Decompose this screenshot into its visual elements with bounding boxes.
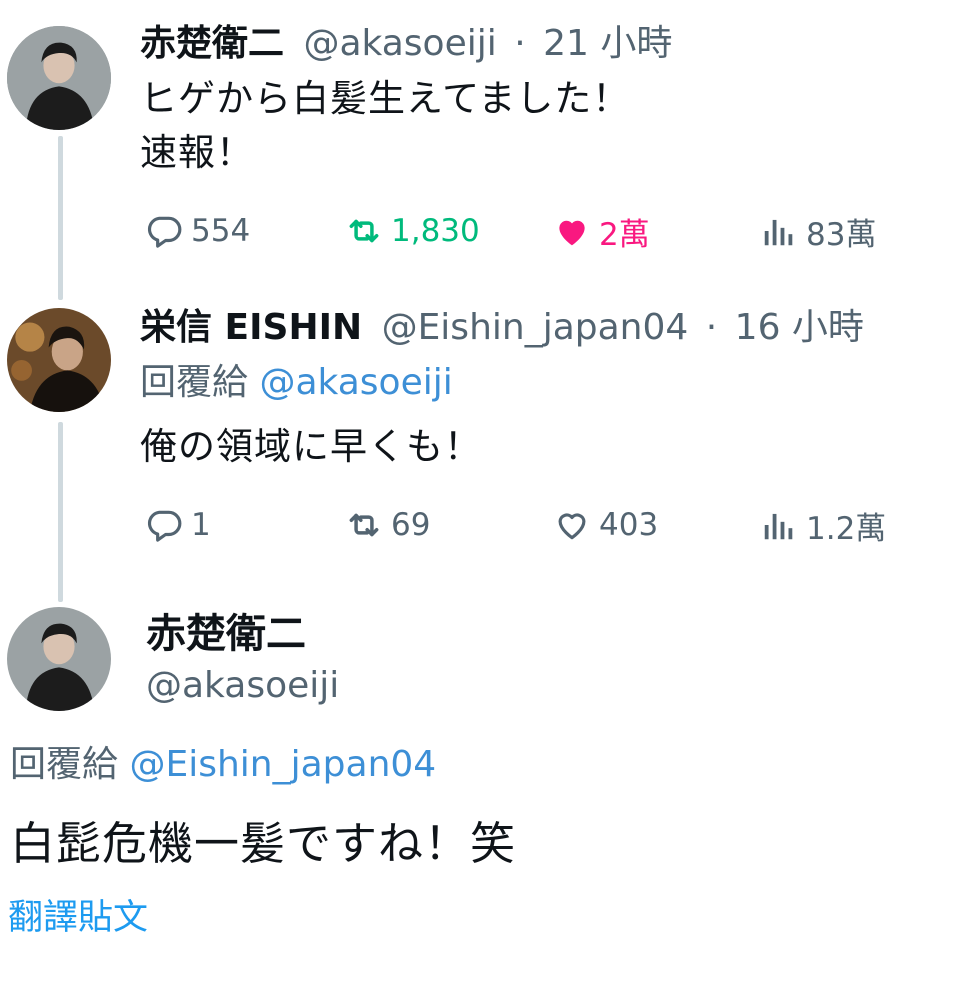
reply-count: 1	[191, 507, 211, 543]
user-handle[interactable]: @akasoeiji	[303, 23, 496, 64]
like-count: 403	[599, 507, 659, 543]
reply-icon	[145, 212, 183, 250]
separator: ·	[705, 307, 718, 348]
tweet-header: 栄信 EISHIN @Eishin_japan04 · 16 小時	[140, 306, 864, 350]
views-icon	[760, 212, 798, 250]
separator: ·	[514, 23, 526, 64]
views-icon	[760, 506, 798, 544]
retweet-icon	[345, 506, 383, 544]
views-count: 1.2萬	[806, 510, 887, 547]
tweet-text: 白髭危機一髪ですね！笑	[10, 817, 517, 870]
reply-count: 554	[191, 213, 251, 249]
reply-context: 回覆給 @akasoeiji	[140, 361, 453, 405]
mention-link[interactable]: @Eishin_japan04	[129, 744, 436, 785]
like-button[interactable]: 2萬	[553, 211, 650, 253]
like-icon	[553, 212, 591, 250]
like-button[interactable]: 403	[553, 505, 658, 545]
retweet-icon	[345, 212, 383, 250]
retweet-count: 1,830	[391, 213, 480, 249]
views-button[interactable]: 83萬	[760, 211, 877, 253]
display-name[interactable]: 赤楚衛二	[140, 23, 284, 64]
reply-button[interactable]: 554	[145, 211, 250, 251]
user-handle[interactable]: @Eishin_japan04	[382, 307, 689, 348]
tweet-text: ヒゲから白髪生えてました！	[140, 77, 631, 120]
reply-prefix: 回覆給	[140, 362, 249, 403]
reply-prefix: 回覆給	[10, 744, 119, 785]
thread-line	[58, 136, 63, 300]
reply-context: 回覆給 @Eishin_japan04	[10, 743, 436, 787]
views-button[interactable]: 1.2萬	[760, 505, 887, 547]
reply-button[interactable]: 1	[145, 505, 211, 545]
like-icon	[553, 506, 591, 544]
display-name[interactable]: 赤楚衛二	[146, 610, 306, 658]
display-name[interactable]: 栄信 EISHIN	[140, 307, 362, 348]
avatar[interactable]	[7, 607, 111, 711]
retweet-button[interactable]: 69	[345, 505, 430, 545]
tweet-text: 速報！	[140, 131, 254, 174]
mention-link[interactable]: @akasoeiji	[259, 362, 452, 403]
translate-link[interactable]: 翻譯貼文	[8, 896, 148, 940]
retweet-button[interactable]: 1,830	[345, 211, 480, 251]
timestamp[interactable]: 16 小時	[735, 307, 864, 348]
like-count: 2萬	[599, 216, 650, 253]
tweet-text: 俺の領域に早くも！	[140, 425, 482, 468]
avatar[interactable]	[7, 308, 111, 412]
avatar[interactable]	[7, 26, 111, 130]
reply-icon	[145, 506, 183, 544]
user-handle[interactable]: @akasoeiji	[146, 664, 339, 708]
retweet-count: 69	[391, 507, 431, 543]
tweet-header: 赤楚衛二 @akasoeiji · 21 小時	[140, 22, 672, 66]
views-count: 83萬	[806, 216, 877, 253]
thread-line	[58, 422, 63, 602]
timestamp[interactable]: 21 小時	[543, 23, 672, 64]
